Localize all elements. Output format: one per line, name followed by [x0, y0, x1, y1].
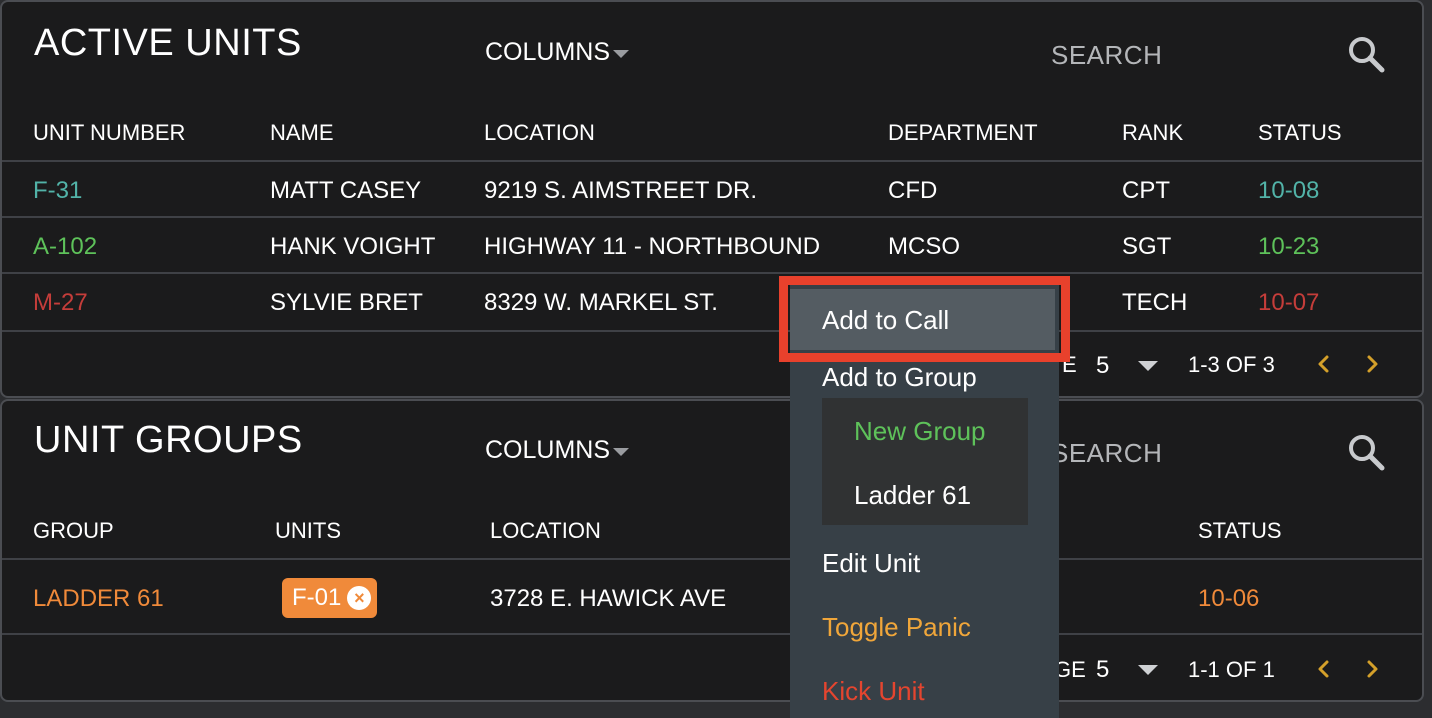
group-status: 10-06: [1198, 585, 1260, 612]
unit-location: 8329 W. MARKEL ST.: [484, 289, 718, 316]
rows-per-page-select[interactable]: 5: [1096, 656, 1109, 684]
divider: [2, 272, 1422, 274]
unit-rank: CPT: [1122, 177, 1170, 204]
unit-groups-panel: UNIT GROUPS COLUMNS SEARCH GROUP UNITS L…: [0, 399, 1424, 702]
columns-caret-icon[interactable]: [613, 50, 629, 58]
group-location: 3728 E. HAWICK AVE: [490, 585, 727, 612]
chevron-down-icon[interactable]: [1138, 665, 1158, 675]
unit-location: 9219 S. AIMSTREET DR.: [484, 177, 757, 204]
unit-name: MATT CASEY: [270, 177, 422, 204]
chevron-right-icon[interactable]: [1360, 352, 1384, 376]
search-icon[interactable]: [1346, 34, 1386, 74]
unit-status: 10-07: [1258, 289, 1320, 316]
chevron-left-icon[interactable]: [1312, 352, 1336, 376]
unit-rank: SGT: [1122, 233, 1172, 260]
header-status[interactable]: STATUS: [1258, 120, 1342, 146]
unit-number[interactable]: A-102: [33, 233, 97, 261]
columns-caret-icon[interactable]: [613, 448, 629, 456]
header-units[interactable]: UNITS: [275, 518, 341, 544]
unit-name: HANK VOIGHT: [270, 233, 436, 260]
chevron-right-icon[interactable]: [1360, 657, 1384, 681]
divider: [2, 330, 1422, 332]
active-units-title: ACTIVE UNITS: [34, 22, 302, 64]
unit-number[interactable]: M-27: [33, 289, 88, 317]
menu-add-to-group[interactable]: Add to Group: [822, 362, 977, 393]
submenu-ladder-61[interactable]: Ladder 61: [854, 480, 971, 511]
submenu-new-group[interactable]: New Group: [854, 416, 986, 447]
unit-status: 10-23: [1258, 233, 1320, 260]
search-input[interactable]: SEARCH: [1051, 438, 1162, 469]
rows-per-page-label: E: [1062, 352, 1077, 377]
close-icon[interactable]: ×: [347, 586, 372, 610]
pagination-range: 1-3 OF 3: [1188, 352, 1275, 377]
divider: [2, 633, 1422, 635]
unit-status: 10-08: [1258, 177, 1320, 204]
active-units-panel: ACTIVE UNITS COLUMNS SEARCH UNIT NUMBER …: [0, 0, 1424, 398]
group-name[interactable]: LADDER 61: [33, 585, 164, 613]
menu-toggle-panic[interactable]: Toggle Panic: [822, 612, 971, 643]
unit-groups-title: UNIT GROUPS: [34, 419, 303, 461]
header-location[interactable]: LOCATION: [484, 120, 595, 146]
menu-kick-unit[interactable]: Kick Unit: [822, 676, 925, 707]
unit-name: SYLVIE BRET: [270, 289, 423, 316]
header-unit-number[interactable]: UNIT NUMBER: [33, 120, 185, 146]
divider: [2, 160, 1422, 162]
columns-button[interactable]: COLUMNS: [485, 436, 610, 465]
rows-per-page-select[interactable]: 5: [1096, 352, 1109, 380]
search-input[interactable]: SEARCH: [1051, 40, 1162, 71]
header-department[interactable]: DEPARTMENT: [888, 120, 1038, 146]
unit-department: MCSO: [888, 233, 960, 260]
unit-department: CFD: [888, 177, 938, 204]
columns-button[interactable]: COLUMNS: [485, 38, 610, 67]
header-location[interactable]: LOCATION: [490, 518, 601, 544]
unit-chip[interactable]: F-01 ×: [282, 578, 378, 618]
add-to-group-submenu: New Group Ladder 61: [822, 398, 1028, 525]
header-name[interactable]: NAME: [270, 120, 334, 146]
chevron-left-icon[interactable]: [1312, 657, 1336, 681]
chevron-down-icon[interactable]: [1138, 361, 1158, 371]
divider: [2, 216, 1422, 218]
header-status[interactable]: STATUS: [1198, 518, 1282, 544]
unit-location: HIGHWAY 11 - NORTHBOUND: [484, 233, 821, 260]
header-rank[interactable]: RANK: [1122, 120, 1183, 146]
divider: [2, 558, 1422, 560]
search-icon[interactable]: [1346, 432, 1386, 472]
pagination-range: 1-1 OF 1: [1188, 657, 1275, 682]
menu-add-to-call[interactable]: Add to Call: [790, 289, 1055, 350]
unit-chip-label: F-01: [292, 584, 342, 611]
menu-add-to-call-label[interactable]: Add to Call: [822, 305, 949, 336]
unit-rank: TECH: [1122, 289, 1188, 316]
header-group[interactable]: GROUP: [33, 518, 114, 544]
unit-number[interactable]: F-31: [33, 177, 82, 205]
menu-edit-unit[interactable]: Edit Unit: [822, 548, 920, 579]
